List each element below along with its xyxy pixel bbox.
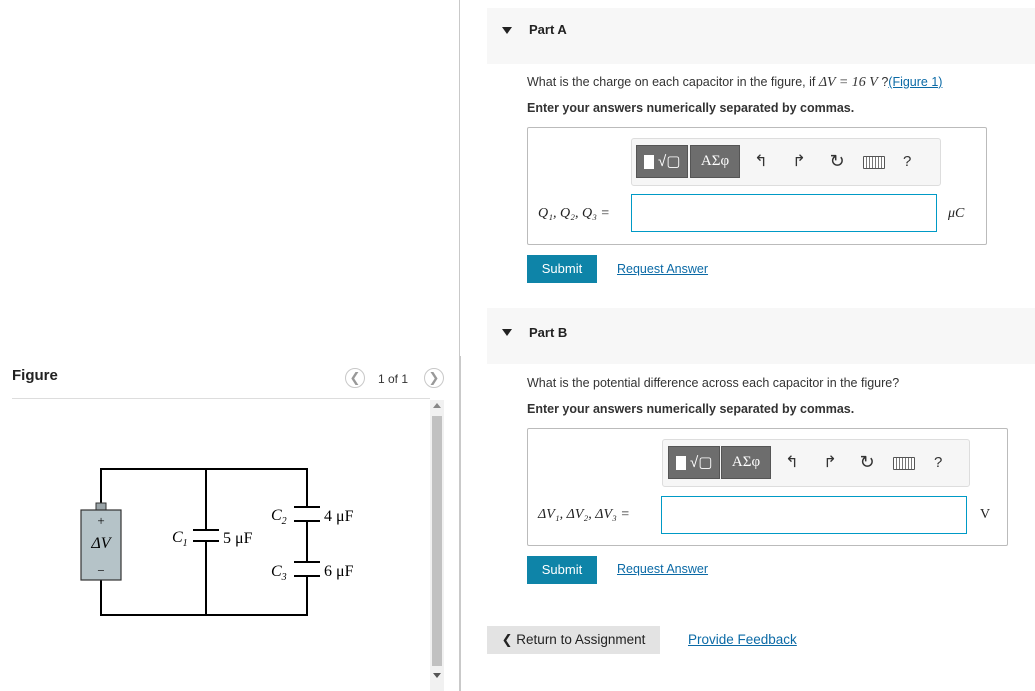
part-b-question: What is the potential difference across … [527,376,900,390]
part-b-submit-button[interactable]: Submit [527,556,597,584]
part-a-unit: μC [948,206,965,221]
part-b-symbols-button[interactable]: ΑΣφ [721,446,771,479]
part-a-header[interactable] [487,8,1035,64]
provide-feedback-link[interactable]: Provide Feedback [688,632,797,647]
undo-icon[interactable]: ↰ [783,452,801,472]
part-a-templates-label: √▢ [658,153,681,170]
part-b-request-answer-link[interactable]: Request Answer [617,562,708,576]
keyboard-icon[interactable] [893,457,915,470]
figure-divider [12,398,430,399]
redo-icon[interactable]: ↱ [821,452,839,472]
c1-sub: 1 [183,538,188,549]
c1-name: C [172,529,183,546]
collapse-part-a-icon[interactable] [502,27,512,34]
part-a-question-suffix: ? [877,75,889,89]
svg-text:C3: C3 [271,563,287,583]
part-b-header[interactable] [487,308,1035,364]
c3-value: 6 μF [324,563,354,580]
c3-name: C [271,563,282,580]
figure-pager-text: 1 of 1 [378,372,409,386]
part-b-answer-label: ΔV₁, ΔV₂, ΔV₃ = [538,507,630,522]
part-a-question: What is the charge on each capacitor in … [527,75,942,91]
source-plus: + [97,513,104,528]
part-a-answer-label: Q₁, Q₂, Q₃ = [538,206,610,221]
scroll-up-icon[interactable] [433,403,441,408]
prev-figure-button[interactable]: ❮ [345,368,365,388]
c1-value: 5 μF [223,530,253,547]
part-b-unit: V [980,507,991,522]
c2-value: 4 μF [324,508,354,525]
chevron-left-icon: ❮ [501,632,513,647]
part-a-request-answer-link[interactable]: Request Answer [617,262,708,276]
c2-sub: 2 [282,516,287,527]
next-figure-button[interactable]: ❯ [424,368,444,388]
return-to-assignment-label: Return to Assignment [516,632,646,647]
source-minus: − [97,563,104,578]
circuit-diagram: + ΔV − C1 5 μF C2 4 μF C3 6 μF [80,468,354,616]
part-b-templates-button[interactable]: √▢ [668,446,720,479]
part-a-symbols-button[interactable]: ΑΣφ [690,145,740,178]
keyboard-icon[interactable] [863,156,885,169]
source-label: ΔV [90,535,112,552]
part-a-help-button[interactable]: ? [903,153,911,170]
svg-text:C2: C2 [271,507,287,527]
svg-text:C1: C1 [172,529,188,549]
part-a-submit-button[interactable]: Submit [527,255,597,283]
part-a-question-math: ΔV = 16 V [818,75,878,90]
redo-icon[interactable]: ↱ [790,151,808,171]
scroll-down-icon[interactable] [433,673,441,678]
reset-icon[interactable]: ↻ [858,452,876,473]
figure-title: Figure [12,367,58,384]
figure-panel-edge [459,356,461,691]
part-b-answer-input[interactable] [661,496,967,534]
scrollbar-thumb[interactable] [432,416,442,666]
part-a-instruction: Enter your answers numerically separated… [527,101,855,115]
collapse-part-b-icon[interactable] [502,329,512,336]
part-b-help-button[interactable]: ? [934,454,942,471]
part-a-templates-button[interactable]: √▢ [636,145,688,178]
part-a-answer-input[interactable] [631,194,937,232]
part-b-title: Part B [529,325,568,340]
return-to-assignment-button[interactable]: ❮ Return to Assignment [487,626,660,654]
part-a-title: Part A [529,22,567,37]
part-b-templates-label: √▢ [690,454,713,471]
undo-icon[interactable]: ↰ [752,151,770,171]
part-a-question-prefix: What is the charge on each capacitor in … [527,75,819,89]
reset-icon[interactable]: ↻ [828,151,846,172]
c2-name: C [271,507,282,524]
figure-1-link[interactable]: (Figure 1) [888,75,942,89]
part-b-instruction: Enter your answers numerically separated… [527,402,855,416]
c3-sub: 3 [281,572,287,583]
